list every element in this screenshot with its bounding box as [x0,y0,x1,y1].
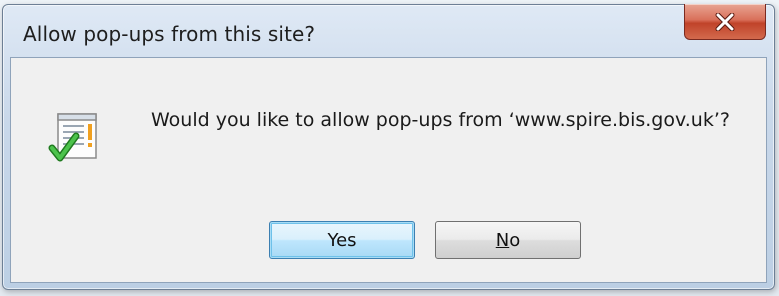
popup-permission-dialog: Allow pop-ups from this site? Would you … [2,4,775,290]
title-bar[interactable]: Allow pop-ups from this site? [3,4,774,61]
no-button-label-rest: o [509,229,521,251]
no-button[interactable]: No [435,221,581,259]
yes-button[interactable]: Yes [269,221,415,259]
no-button-accelerator: N [495,229,510,251]
close-icon [714,12,736,31]
dialog-title: Allow pop-ups from this site? [23,22,316,46]
popup-allow-icon [46,110,106,170]
dialog-message: Would you like to allow pop-ups from ‘ww… [151,109,730,131]
yes-button-label: Yes [327,229,357,251]
close-button[interactable] [684,4,766,40]
dialog-body: Would you like to allow pop-ups from ‘ww… [10,57,767,283]
